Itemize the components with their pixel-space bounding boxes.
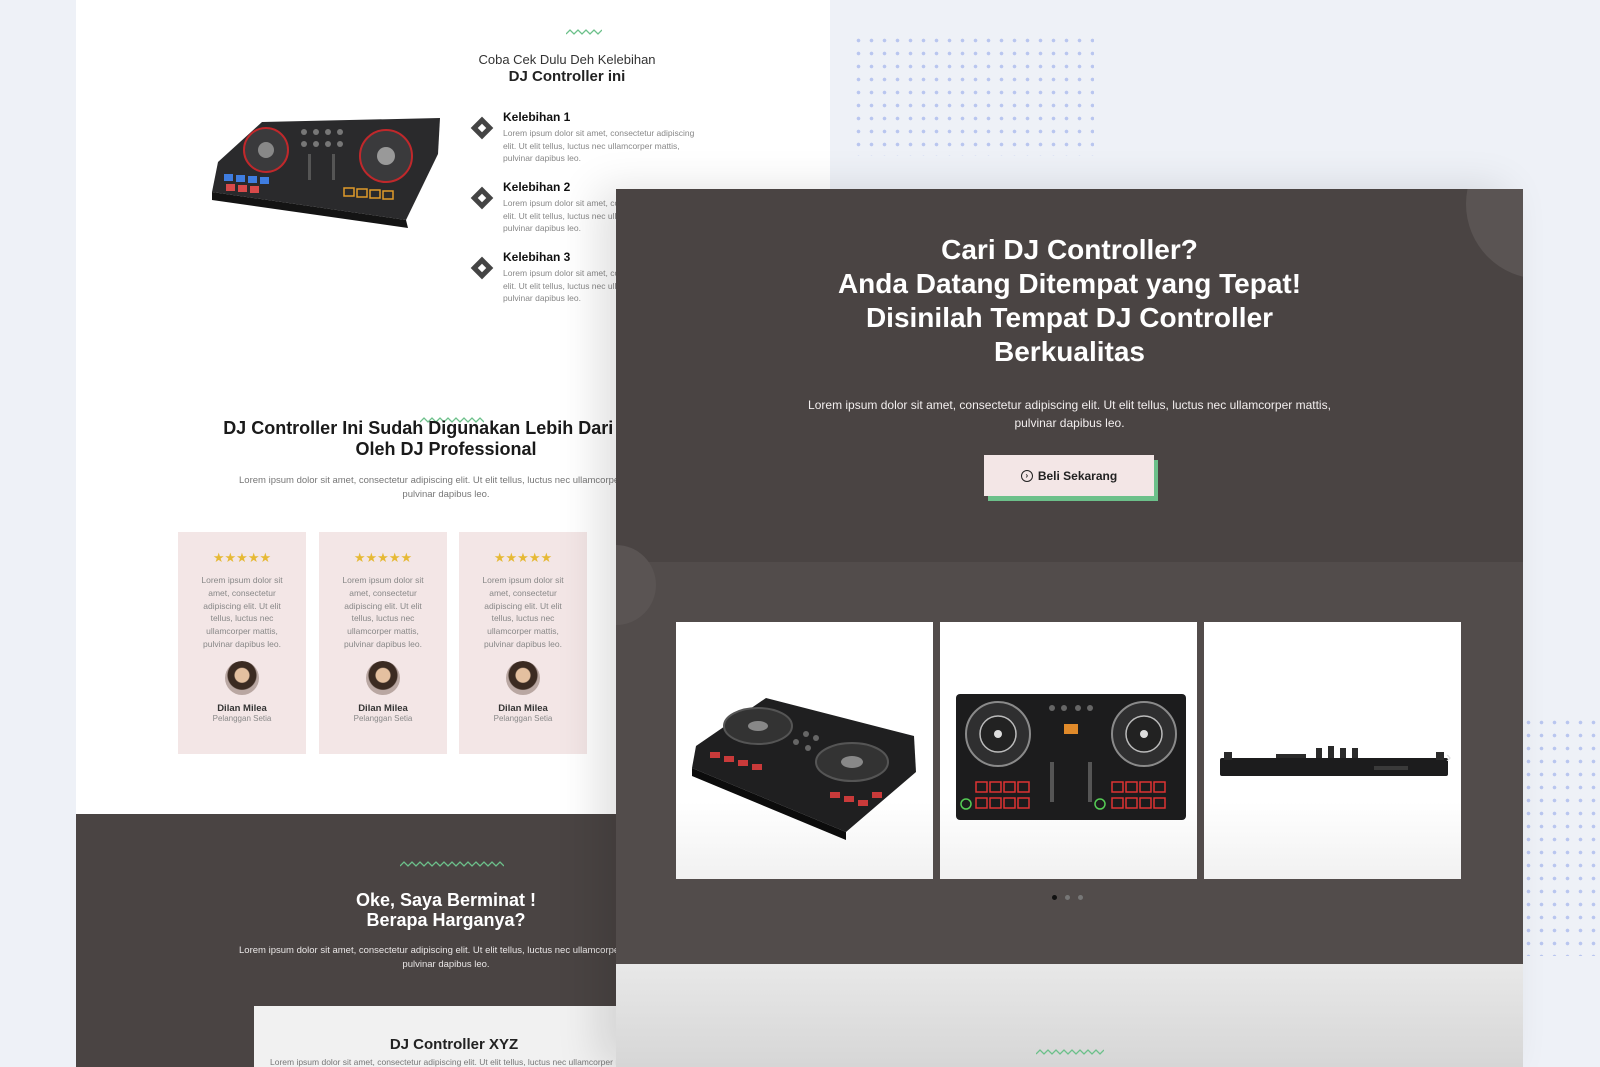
dot-pattern-right [1522,716,1600,956]
avatar [506,660,540,695]
cta-wrapper: › Beli Sekarang [984,455,1158,501]
testimonial-role: Pelanggan Setia [212,713,272,723]
rating-stars-icon: ★★★★★ [353,550,413,565]
testimonial-name: Dilan Milea [498,702,548,714]
next-section-strip [616,964,1523,1067]
advantages-subtitle: Coba Cek Dulu Deh Kelebihan [478,52,656,67]
testimonial-role: Pelanggan Setia [353,713,413,723]
testimonial-name: Dilan Milea [217,702,267,714]
gallery-slide[interactable] [676,622,933,879]
price-card-desc: Lorem ipsum dolor sit amet, consectetur … [269,1057,638,1067]
testimonials-desc: Lorem ipsum dolor sit amet, consectetur … [239,475,653,500]
testimonial-text: Lorem ipsum dolor sit amet, consectetur … [482,575,564,649]
pricing-title-line: Oke, Saya Berminat ! [355,890,537,910]
rating-stars-icon: ★★★★★ [493,550,553,565]
rating-stars-icon: ★★★★★ [212,550,272,565]
price-card: DJ Controller XYZ Lorem ipsum dolor sit … [254,1006,654,1067]
product-image [692,698,916,840]
direction-arrow-icon [470,256,494,280]
dot-pattern-top [852,34,1094,156]
testimonial-text: Lorem ipsum dolor sit amet, consectetur … [201,575,283,649]
carousel-dots [1052,895,1083,900]
carousel-dot[interactable] [1078,895,1083,900]
hero-title-line: Disinilah Tempat DJ Controller [865,302,1274,333]
testimonial-text: Lorem ipsum dolor sit amet, consectetur … [342,575,424,649]
avatar [366,660,400,695]
zigzag-divider-icon [1036,1049,1104,1055]
testimonial-card: ★★★★★ Lorem ipsum dolor sit amet, consec… [319,532,447,754]
product-image [1220,746,1448,776]
zigzag-divider-icon [566,29,602,35]
hero-title: Cari DJ Controller? Anda Datang Ditempat… [736,233,1403,369]
pricing-title: Oke, Saya Berminat ! Berapa Harganya? [266,890,626,930]
gallery-slide[interactable] [940,622,1197,879]
direction-arrow-icon [470,116,494,140]
advantage-item: Kelebihan 1 Lorem ipsum dolor sit amet, … [470,110,704,180]
hero-title-line: Anda Datang Ditempat yang Tepat! [837,268,1302,299]
advantages-title: DJ Controller ini [508,68,626,85]
advantage-title: Kelebihan 1 [503,110,571,124]
gallery-slide[interactable] [1204,622,1461,879]
dj-controller-image [212,118,440,228]
hero-title-line: Cari DJ Controller? [941,234,1198,265]
hero-desc: Lorem ipsum dolor sit amet, consectetur … [808,398,1331,430]
testimonials-title: DJ Controller Ini Sudah Digunakan Lebih … [223,418,669,459]
advantage-desc: Lorem ipsum dolor sit amet, consectetur … [503,128,695,163]
pricing-title-line: Berapa Harganya? [366,910,526,930]
arrow-circle-right-icon: › [1020,469,1033,482]
testimonial-card: ★★★★★ Lorem ipsum dolor sit amet, consec… [459,532,587,754]
testimonial-name: Dilan Milea [358,702,408,714]
hero-title-line: Berkualitas [994,336,1145,367]
product-image [956,694,1186,820]
decorative-circle [1466,189,1523,279]
carousel-dot[interactable] [1052,895,1057,900]
buy-now-label: Beli Sekarang [1037,468,1118,483]
carousel-dot[interactable] [1065,895,1070,900]
front-page-preview: Cari DJ Controller? Anda Datang Ditempat… [616,189,1523,1067]
avatar [225,660,259,695]
next-arrow-icon[interactable]: › [1446,749,1451,767]
zigzag-divider-icon [400,861,504,867]
price-card-title: DJ Controller XYZ [389,1036,519,1053]
direction-arrow-icon [470,186,494,210]
pricing-desc: Lorem ipsum dolor sit amet, consectetur … [239,945,653,970]
testimonial-card: ★★★★★ Lorem ipsum dolor sit amet, consec… [178,532,306,754]
buy-now-button[interactable]: › Beli Sekarang [984,455,1154,496]
testimonial-role: Pelanggan Setia [493,713,553,723]
